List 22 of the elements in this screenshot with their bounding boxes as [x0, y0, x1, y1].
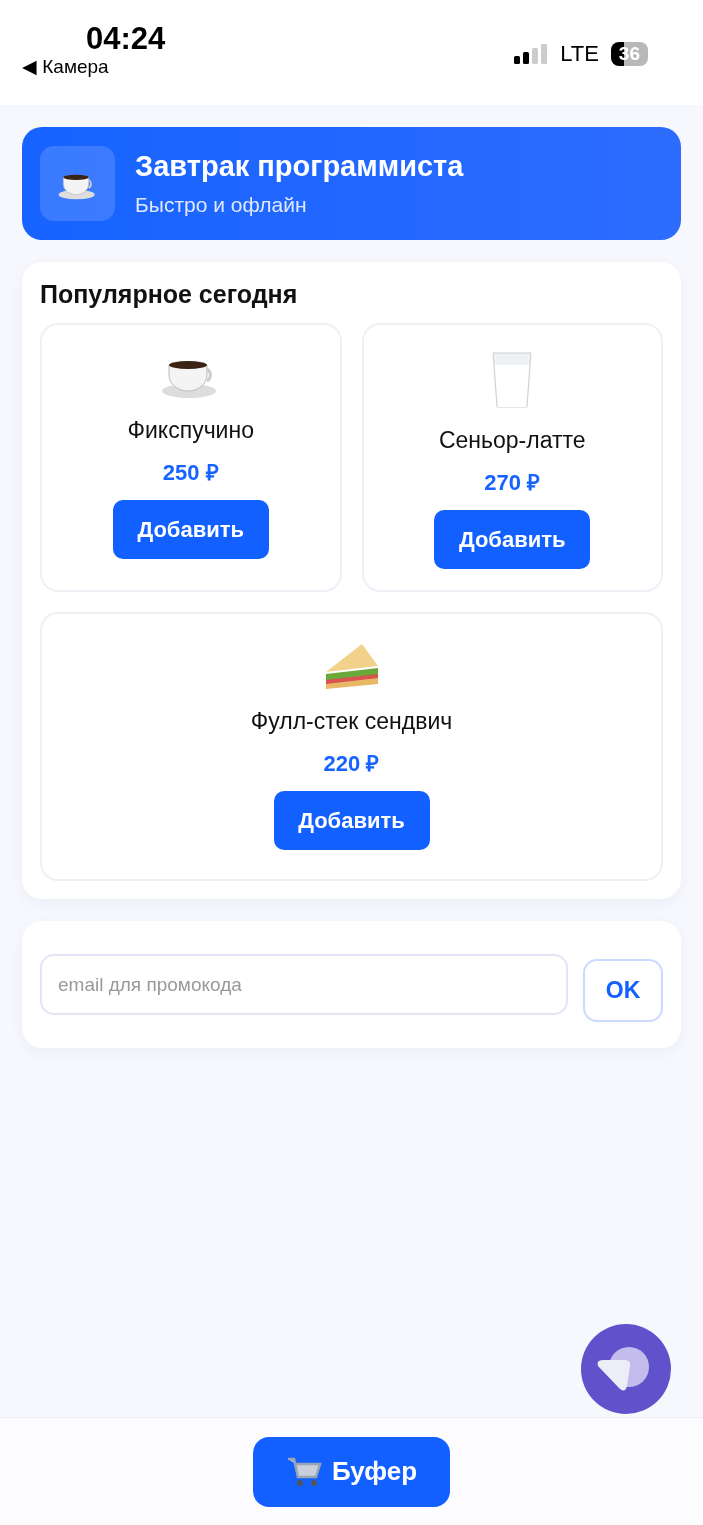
section-title: Популярное сегодня: [40, 280, 299, 309]
signal-icon: [514, 44, 549, 64]
network-label: LTE: [560, 41, 599, 67]
cart-button[interactable]: Буфер: [253, 1436, 450, 1507]
cart-icon: [285, 1455, 322, 1488]
back-link[interactable]: ◀ Камера: [22, 56, 109, 78]
product-price: 250 ₽: [162, 459, 219, 486]
ok-button[interactable]: OK: [583, 959, 663, 1022]
product-name: Фикспучино: [127, 417, 254, 444]
product-price: 270 ₽: [484, 469, 541, 496]
app-title: Завтрак программиста: [135, 150, 464, 183]
add-button[interactable]: Добавить: [434, 510, 591, 569]
assistant-button-icon[interactable]: [581, 1324, 671, 1414]
product-name: Сеньор-латте: [438, 427, 586, 454]
milk-glass-icon: [490, 351, 535, 409]
app-subtitle: Быстро и офлайн: [135, 193, 308, 217]
add-button[interactable]: Добавить: [273, 791, 430, 850]
add-button[interactable]: Добавить: [112, 500, 269, 559]
product-name: Фулл-стек сендвич: [250, 708, 453, 735]
email-field[interactable]: email для промокода: [40, 954, 568, 1015]
clock-time: 04:24: [86, 22, 166, 56]
product-price: 220 ₽: [323, 750, 380, 777]
